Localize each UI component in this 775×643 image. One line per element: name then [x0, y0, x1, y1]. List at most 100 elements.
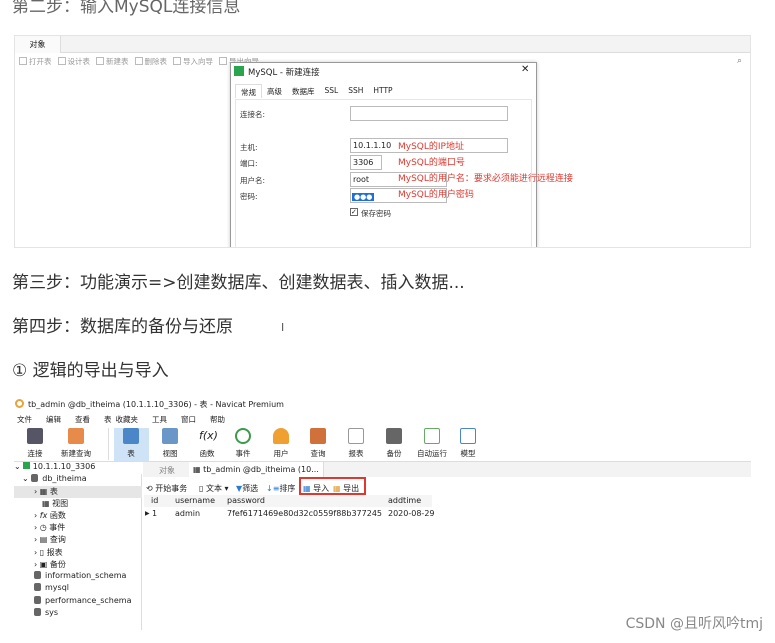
tree-db-information-schema[interactable]: information_schema — [34, 571, 126, 580]
save-password-checkbox[interactable]: ✓ — [350, 208, 358, 216]
tree-item-queries[interactable]: › ▤ 查询 — [34, 534, 66, 545]
tree-label: 报表 — [46, 548, 63, 557]
design-table-button[interactable]: 设计表 — [58, 56, 91, 67]
menu-tools[interactable]: 工具 — [152, 414, 167, 425]
cell-username[interactable]: admin — [175, 509, 200, 518]
tree-item-reports[interactable]: › ▯ 报表 — [34, 547, 63, 558]
sort-icon: ↓≡ — [266, 484, 280, 493]
tree-item-tables[interactable]: › ▦ 表 — [14, 486, 142, 498]
tree-item-functions[interactable]: › fx 函数 — [34, 510, 66, 521]
open-table-button[interactable]: 打开表 — [19, 56, 52, 67]
tree-label: 事件 — [49, 523, 66, 532]
tree-database[interactable]: ⌄ db_itheima — [22, 474, 87, 483]
menu-favorites[interactable]: 收藏夹 — [116, 414, 139, 425]
toolbar-divider — [108, 428, 109, 460]
tool-user[interactable]: 用户 — [263, 428, 299, 459]
password-value: ●●● — [352, 193, 375, 201]
report-icon — [348, 428, 364, 444]
tool-new-query[interactable]: 新建查询 — [57, 428, 95, 459]
import-icon: ▦ — [303, 484, 311, 493]
tree-db-mysql[interactable]: mysql — [34, 583, 69, 592]
tree-label: 备份 — [49, 560, 66, 569]
tab-ssl[interactable]: SSL — [320, 84, 344, 98]
tool-view[interactable]: 视图 — [152, 428, 188, 459]
tool-label: 新建查询 — [61, 449, 91, 458]
tool-backup[interactable]: 备份 — [376, 428, 412, 459]
menu-help[interactable]: 帮助 — [210, 414, 225, 425]
tab-advanced[interactable]: 高级 — [262, 84, 287, 98]
tree-label: db_itheima — [42, 474, 87, 483]
cell-addtime[interactable]: 2020-08-29 — [388, 509, 435, 518]
tree-connection[interactable]: ⌄ 10.1.1.10_3306 — [14, 462, 142, 474]
sort-button[interactable]: ↓≡排序 — [266, 483, 295, 494]
tool-label: 函数 — [199, 449, 215, 458]
cell-password[interactable]: 7fef6171469e80d32c0559f88b377245 — [227, 509, 382, 518]
tool-query[interactable]: 查询 — [300, 428, 336, 459]
database-icon — [34, 571, 41, 579]
tree-db-sys[interactable]: sys — [34, 608, 58, 617]
sub-heading-logical-export: ① 逻辑的导出与导入 — [12, 361, 169, 381]
tool-label: 自动运行 — [417, 449, 447, 458]
import-wizard-button[interactable]: 导入向导 — [173, 56, 213, 67]
step2-heading: 第二步：输入MySQL连接信息 — [12, 0, 241, 17]
database-icon — [31, 474, 39, 482]
new-table-button[interactable]: 新建表 — [96, 56, 129, 67]
tab-objects[interactable]: 对象 — [159, 465, 175, 476]
menu-edit[interactable]: 编辑 — [46, 414, 61, 425]
port-annotation: MySQL的端口号 — [398, 158, 465, 168]
tree-label: information_schema — [45, 571, 127, 580]
search-icon[interactable]: ⌕ — [737, 56, 742, 66]
filter-button[interactable]: ▼筛选 — [236, 483, 258, 494]
begin-transaction-button[interactable]: ⟲ 开始事务 — [146, 483, 187, 494]
menu-window[interactable]: 窗口 — [181, 414, 196, 425]
tool-connect[interactable]: 连接 — [17, 428, 53, 459]
column-header-addtime[interactable]: addtime — [388, 496, 421, 505]
tool-event[interactable]: 事件 — [225, 428, 261, 459]
button-label: 筛选 — [242, 484, 259, 493]
tool-function[interactable]: f(x) 函数 — [189, 428, 225, 459]
tree-item-events[interactable]: › ◷ 事件 — [34, 522, 65, 533]
tab-tb-admin[interactable]: ▦ tb_admin @db_itheima (10... — [189, 462, 324, 477]
database-icon — [34, 596, 41, 604]
import-button[interactable]: ▦ 导入 — [303, 483, 329, 494]
tree-label: sys — [45, 608, 59, 617]
button-label: 开始事务 — [155, 484, 188, 493]
port-input[interactable]: 3306 — [350, 155, 382, 170]
tool-report[interactable]: 报表 — [338, 428, 374, 459]
tree-item-backups[interactable]: › ▣ 备份 — [34, 559, 66, 570]
delete-table-button[interactable]: 删除表 — [135, 56, 168, 67]
tab-databases[interactable]: 数据库 — [287, 84, 320, 98]
tool-label: 备份 — [386, 449, 402, 458]
tool-automation[interactable]: 自动运行 — [413, 428, 451, 459]
tool-label: 表 — [127, 449, 135, 458]
navicat-logo-icon — [15, 399, 24, 408]
navicat-logo-icon — [234, 66, 244, 76]
tab-general[interactable]: 常规 — [235, 84, 262, 98]
column-header-id[interactable]: id — [151, 496, 158, 505]
column-header-password[interactable]: password — [227, 496, 265, 505]
tool-label: 视图 — [162, 449, 178, 458]
tree-label: 查询 — [49, 535, 66, 544]
export-button[interactable]: ▦ 导出 — [333, 483, 359, 494]
tree-db-performance-schema[interactable]: performance_schema — [34, 596, 132, 605]
menu-table[interactable]: 表 — [104, 414, 112, 425]
menu-view[interactable]: 查看 — [75, 414, 90, 425]
tool-table[interactable]: 表 — [113, 428, 149, 459]
conn-name-input[interactable] — [350, 106, 508, 121]
host-annotation: MySQL的IP地址 — [398, 142, 464, 152]
tab-ssh[interactable]: SSH — [343, 84, 368, 98]
tool-model[interactable]: 模型 — [450, 428, 486, 459]
view-icon — [162, 428, 178, 444]
dialog-tabs: 常规 高级 数据库 SSL SSH HTTP — [235, 84, 398, 98]
cell-id[interactable]: 1 — [152, 509, 157, 518]
tree-item-views[interactable]: ▦ 视图 — [42, 498, 68, 509]
column-header-username[interactable]: username — [175, 496, 215, 505]
tab-http[interactable]: HTTP — [368, 84, 397, 98]
button-label: 排序 — [279, 484, 296, 493]
menu-file[interactable]: 文件 — [17, 414, 32, 425]
tab-bar — [15, 36, 750, 53]
tab-objects[interactable]: 对象 — [15, 36, 61, 53]
close-button[interactable]: ✕ — [521, 64, 529, 75]
tool-label: 连接 — [27, 449, 43, 458]
text-button[interactable]: ▯ 文本 ▾ — [199, 483, 229, 494]
